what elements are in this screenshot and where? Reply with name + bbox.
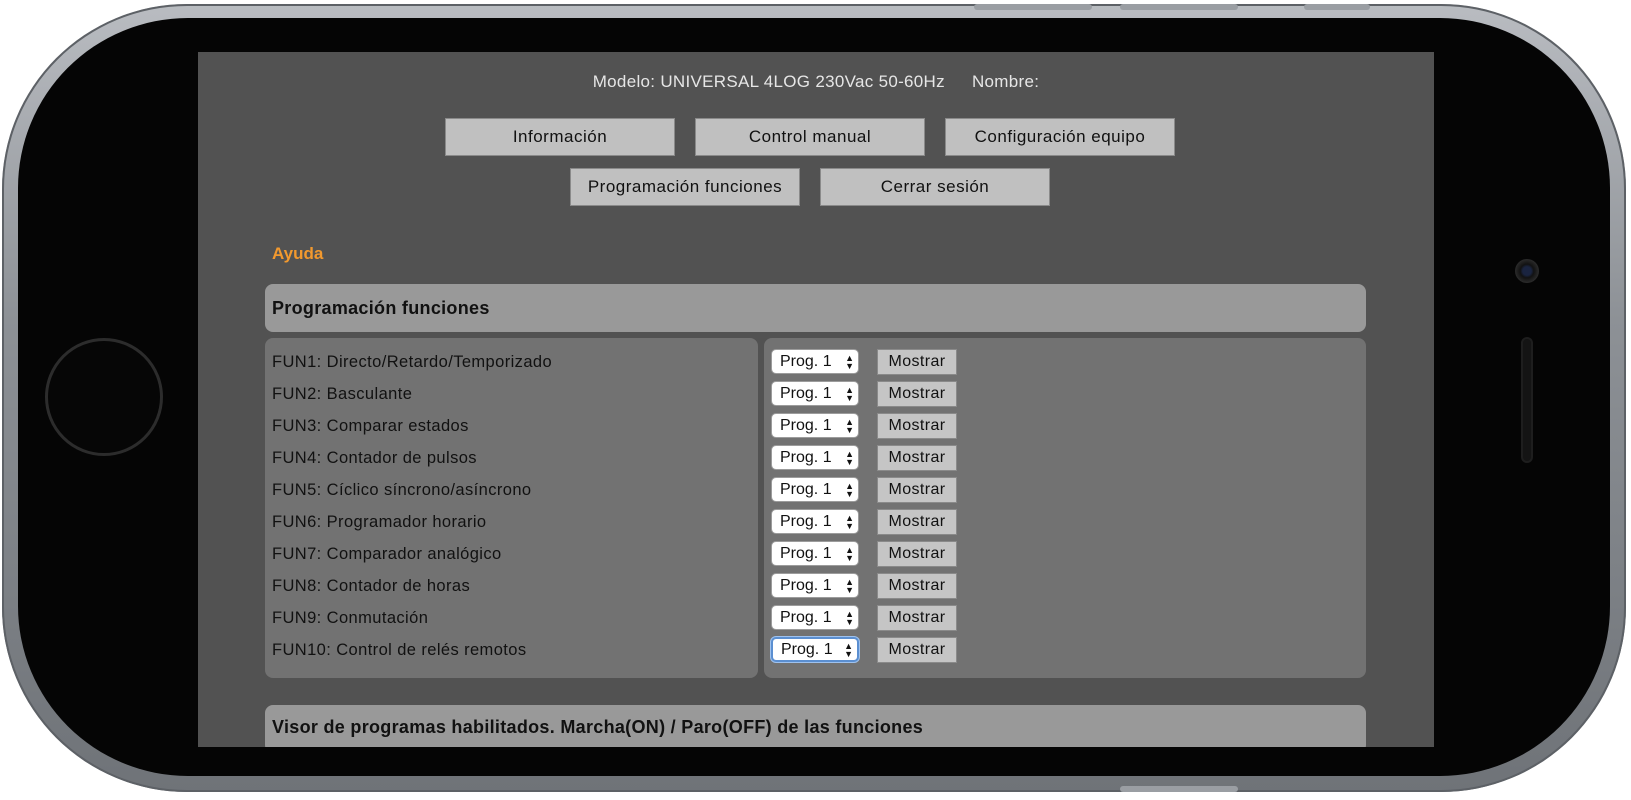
show-button[interactable]: Mostrar (877, 413, 957, 439)
program-select-value: Prog. 1 (780, 576, 832, 594)
function-label: FUN1: Directo/Retardo/Temporizado (272, 352, 553, 371)
program-select-value: Prog. 1 (780, 608, 832, 626)
program-select[interactable]: Prog. 1 ▲ ▼ (771, 381, 859, 406)
name-label: Nombre: (971, 72, 1040, 91)
mute-switch (1304, 4, 1370, 10)
home-button[interactable] (45, 338, 163, 456)
program-select[interactable]: Prog. 1 ▲ ▼ (771, 477, 859, 502)
program-select-value: Prog. 1 (780, 448, 832, 466)
function-label: FUN8: Contador de horas (272, 576, 471, 595)
program-select-value: Prog. 1 (780, 480, 832, 498)
manual-control-button[interactable]: Control manual (695, 118, 925, 156)
program-select[interactable]: Prog. 1 ▲ ▼ (771, 413, 859, 438)
function-label: FUN9: Conmutación (272, 608, 429, 627)
select-arrows-icon: ▲ ▼ (845, 416, 854, 435)
function-label: FUN4: Contador de pulsos (272, 448, 477, 467)
program-select-value: Prog. 1 (780, 352, 832, 370)
select-arrows-icon: ▲ ▼ (845, 544, 854, 563)
help-link[interactable]: Ayuda (272, 244, 323, 264)
show-button[interactable]: Mostrar (877, 573, 957, 599)
function-label: FUN7: Comparador analógico (272, 544, 502, 563)
show-button[interactable]: Mostrar (877, 637, 957, 663)
function-label: FUN2: Basculante (272, 384, 413, 403)
select-arrows-icon: ▲ ▼ (845, 608, 854, 627)
select-arrows-icon: ▲ ▼ (845, 576, 854, 595)
power-button (1120, 786, 1238, 792)
model-label: Modelo: UNIVERSAL 4LOG 230Vac 50-60Hz (592, 72, 945, 91)
program-select-value: Prog. 1 (780, 384, 832, 402)
function-label: FUN10: Control de relés remotos (272, 640, 527, 659)
device-config-button[interactable]: Configuración equipo (945, 118, 1175, 156)
program-select-value: Prog. 1 (780, 512, 832, 530)
section-title: Programación funciones (265, 284, 1366, 332)
select-arrows-icon: ▲ ▼ (845, 480, 854, 499)
program-select-value: Prog. 1 (780, 416, 832, 434)
device-header: Modelo: UNIVERSAL 4LOG 230Vac 50-60Hz No… (198, 72, 1434, 92)
program-select-value: Prog. 1 (781, 640, 833, 658)
volume-button (974, 4, 1092, 10)
function-label: FUN6: Programador horario (272, 512, 487, 531)
info-button[interactable]: Información (445, 118, 675, 156)
show-button[interactable]: Mostrar (877, 605, 957, 631)
select-arrows-icon: ▲ ▼ (844, 640, 853, 659)
select-arrows-icon: ▲ ▼ (845, 512, 854, 531)
show-button[interactable]: Mostrar (877, 477, 957, 503)
show-button[interactable]: Mostrar (877, 509, 957, 535)
show-button[interactable]: Mostrar (877, 349, 957, 375)
program-select[interactable]: Prog. 1 ▲ ▼ (771, 349, 859, 374)
function-programming-button[interactable]: Programación funciones (570, 168, 800, 206)
volume-button (1120, 4, 1238, 10)
speaker-grille (1521, 337, 1533, 463)
device-screen: Modelo: UNIVERSAL 4LOG 230Vac 50-60Hz No… (198, 52, 1434, 747)
program-select[interactable]: Prog. 1 ▲ ▼ (771, 509, 859, 534)
function-label: FUN5: Cíclico síncrono/asíncrono (272, 480, 532, 499)
function-label: FUN3: Comparar estados (272, 416, 469, 435)
logout-button[interactable]: Cerrar sesión (820, 168, 1050, 206)
select-arrows-icon: ▲ ▼ (845, 448, 854, 467)
select-arrows-icon: ▲ ▼ (845, 352, 854, 371)
program-select[interactable]: Prog. 1 ▲ ▼ (771, 541, 859, 566)
show-button[interactable]: Mostrar (877, 541, 957, 567)
program-select[interactable]: Prog. 1 ▲ ▼ (771, 573, 859, 598)
program-select[interactable]: Prog. 1 ▲ ▼ (771, 605, 859, 630)
program-select[interactable]: Prog. 1 ▲ ▼ (771, 637, 859, 662)
camera-icon (1515, 259, 1539, 283)
show-button[interactable]: Mostrar (877, 445, 957, 471)
viewer-section-title: Visor de programas habilitados. Marcha(O… (265, 705, 1366, 747)
select-arrows-icon: ▲ ▼ (845, 384, 854, 403)
program-select-value: Prog. 1 (780, 544, 832, 562)
show-button[interactable]: Mostrar (877, 381, 957, 407)
program-select[interactable]: Prog. 1 ▲ ▼ (771, 445, 859, 470)
